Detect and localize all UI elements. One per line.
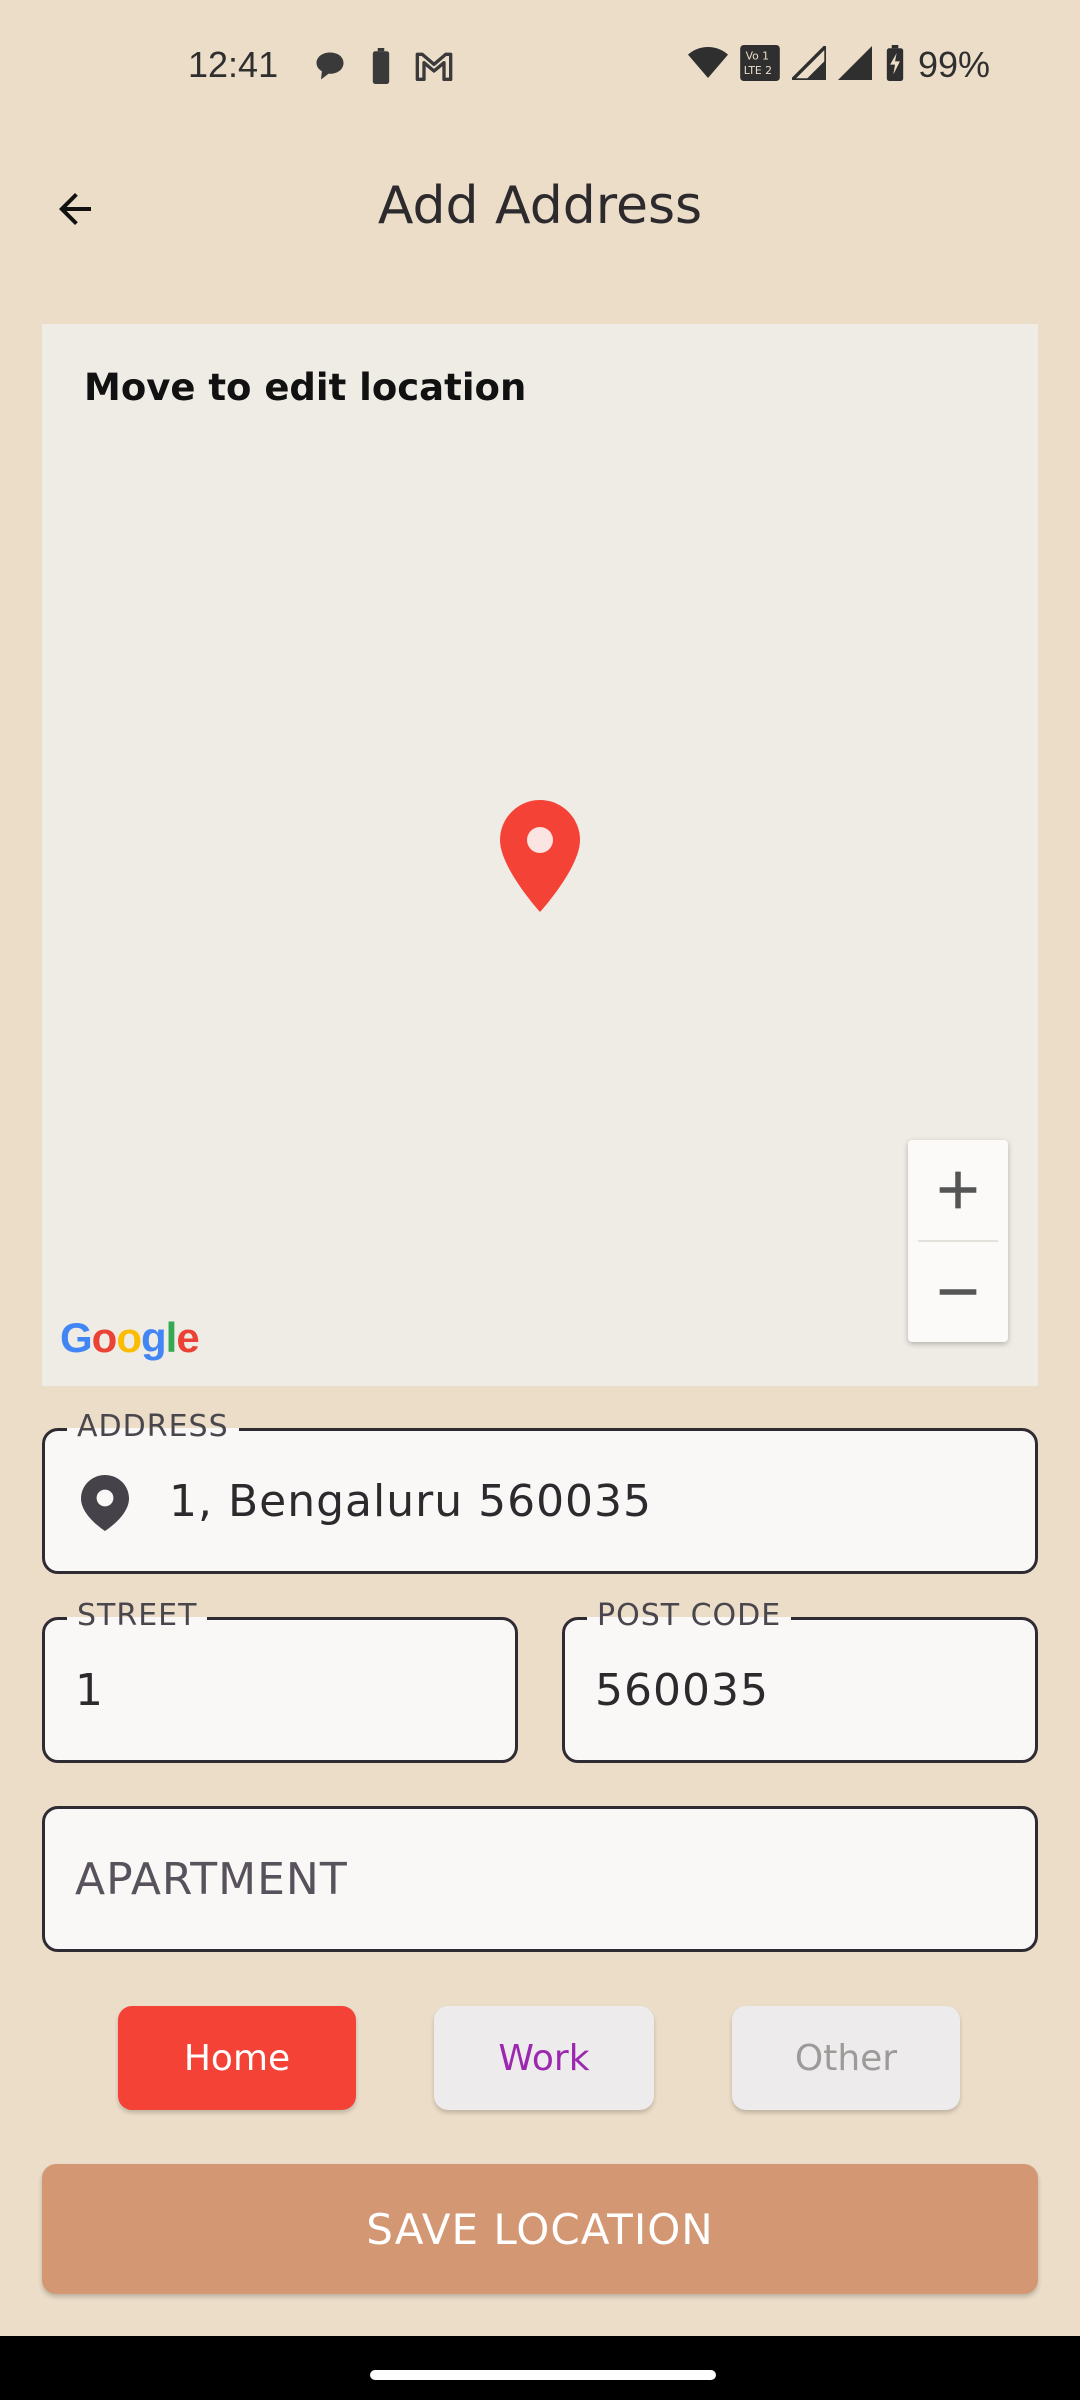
navigation-bar: [0, 2336, 1080, 2400]
address-type-home-button[interactable]: Home: [118, 2006, 356, 2110]
address-type-work-button[interactable]: Work: [434, 2006, 654, 2110]
post-code-field[interactable]: POST CODE 560035: [562, 1598, 1038, 1763]
svg-text:LTE 2: LTE 2: [744, 64, 772, 77]
system-status-icons: Vo 1 LTE 2 99%: [687, 41, 990, 86]
chat-bubble-icon: [312, 48, 348, 88]
post-code-value: 560035: [595, 1664, 769, 1716]
save-location-button[interactable]: SAVE LOCATION: [42, 2164, 1038, 2294]
svg-text:Vo 1: Vo 1: [746, 49, 769, 62]
battery-percent: 99%: [917, 44, 990, 85]
zoom-out-button[interactable]: [908, 1242, 1008, 1342]
apartment-field[interactable]: APARTMENT: [42, 1806, 1038, 1952]
address-field[interactable]: ADDRESS 1, Bengaluru 560035: [42, 1409, 1038, 1574]
page-title: Add Address: [377, 176, 703, 236]
zoom-controls: [908, 1140, 1008, 1342]
location-marker-icon[interactable]: [500, 800, 580, 916]
apartment-placeholder: APARTMENT: [75, 1853, 348, 1905]
notification-icons: [312, 48, 454, 88]
status-time: 12:41: [188, 44, 279, 85]
app-bar: Add Address: [0, 150, 1080, 270]
location-pin-icon: [81, 1475, 129, 1535]
status-bar: 12:41 Vo 1 LTE 2 99%: [0, 0, 1080, 136]
street-field[interactable]: STREET 1: [42, 1598, 518, 1763]
battery-charging-icon: [884, 45, 906, 85]
home-gesture-handle[interactable]: [370, 2370, 716, 2380]
google-logo: Google: [60, 1314, 200, 1361]
zoom-in-button[interactable]: [908, 1140, 1008, 1240]
signal-icon: [787, 41, 828, 84]
address-type-other-button[interactable]: Other: [732, 2006, 960, 2110]
map-hint: Move to edit location: [84, 366, 527, 409]
signal-icon: [837, 46, 872, 84]
address-value: 1, Bengaluru 560035: [169, 1475, 653, 1527]
street-value: 1: [75, 1664, 104, 1716]
wifi-icon: [687, 46, 728, 84]
battery-icon: [370, 48, 392, 88]
map-view[interactable]: Move to edit location Google: [42, 324, 1038, 1386]
volte-icon: Vo 1 LTE 2: [740, 45, 780, 85]
gmail-icon: [414, 50, 454, 86]
